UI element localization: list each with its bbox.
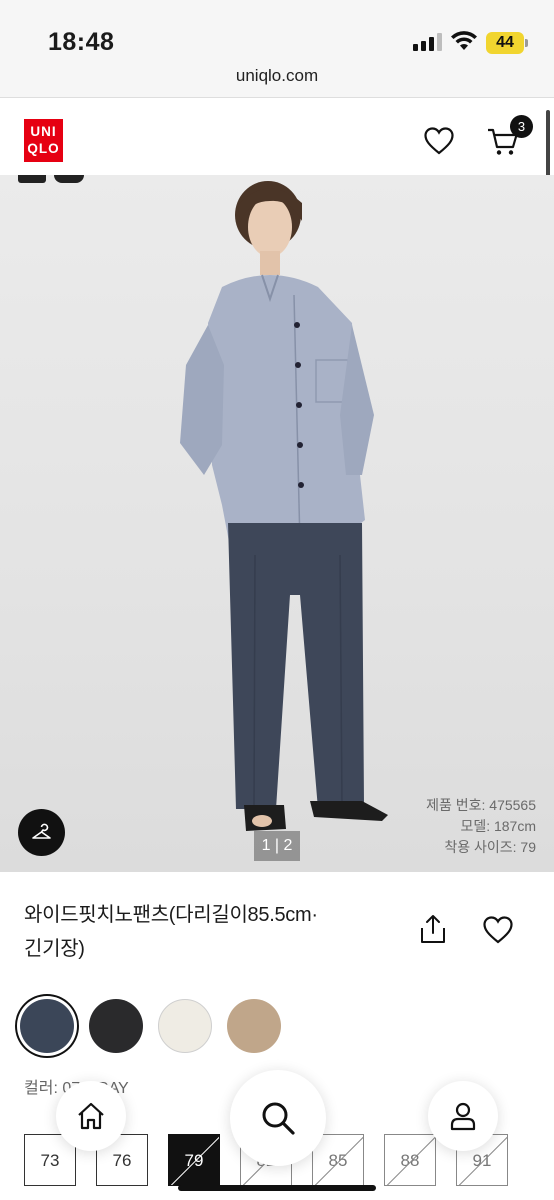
image-pager: 1 | 2 [254,831,300,861]
search-icon [262,1102,295,1135]
product-tag-badge [54,175,84,183]
home-button[interactable] [56,1081,126,1151]
color-swatch-beige[interactable] [227,999,281,1053]
model-info: 제품 번호: 475565 모델: 187cm 착용 사이즈: 79 [426,795,536,858]
home-icon [78,1102,104,1130]
color-swatch-off-white[interactable] [158,999,212,1053]
color-swatch-navy-gray[interactable] [20,999,74,1053]
model-height: 모델: 187cm [460,818,536,834]
uniqlo-logo[interactable]: UNI QLO [24,119,63,162]
address-bar-url[interactable]: uniqlo.com [0,66,554,86]
color-swatch-black[interactable] [89,999,143,1053]
logo-text-bottom: QLO [27,141,60,156]
size-option-soldout[interactable]: 85 [312,1134,364,1186]
account-button[interactable] [428,1081,498,1151]
home-indicator[interactable] [178,1185,376,1191]
user-icon [450,1102,476,1131]
site-header: UNI QLO 3 [0,99,554,175]
status-bar: 18:48 44 uniqlo.com [0,0,554,98]
hanger-icon [32,823,51,839]
cart-count-badge: 3 [510,115,533,138]
product-tag-badge [18,175,46,183]
wearing-size: 착용 사이즈: 79 [444,839,536,855]
product-title: 와이드핏치노팬츠(다리길이85.5cm· 긴기장) [24,898,384,966]
battery-indicator: 44 [486,32,528,54]
product-image[interactable]: 1 | 2 제품 번호: 475565 모델: 187cm 착용 사이즈: 79 [0,175,554,872]
product-title-line1: 와이드핏치노팬츠(다리길이85.5cm· [24,904,318,926]
cellular-signal-icon [413,33,442,51]
size-option-soldout[interactable]: 88 [384,1134,436,1186]
wishlist-heart-icon[interactable] [423,126,455,156]
status-time: 18:48 [48,28,115,56]
favorite-heart-icon[interactable] [482,915,514,945]
search-button[interactable] [230,1070,326,1166]
wifi-icon [451,31,477,50]
model-photo [180,181,388,831]
try-on-hanger-button[interactable] [18,809,65,856]
size-option-selected[interactable]: 79 [168,1134,220,1186]
logo-text-top: UNI [30,124,57,139]
product-title-line2: 긴기장) [24,938,85,960]
share-icon[interactable] [418,913,448,945]
color-swatches [20,999,281,1053]
product-number: 제품 번호: 475565 [426,797,536,813]
